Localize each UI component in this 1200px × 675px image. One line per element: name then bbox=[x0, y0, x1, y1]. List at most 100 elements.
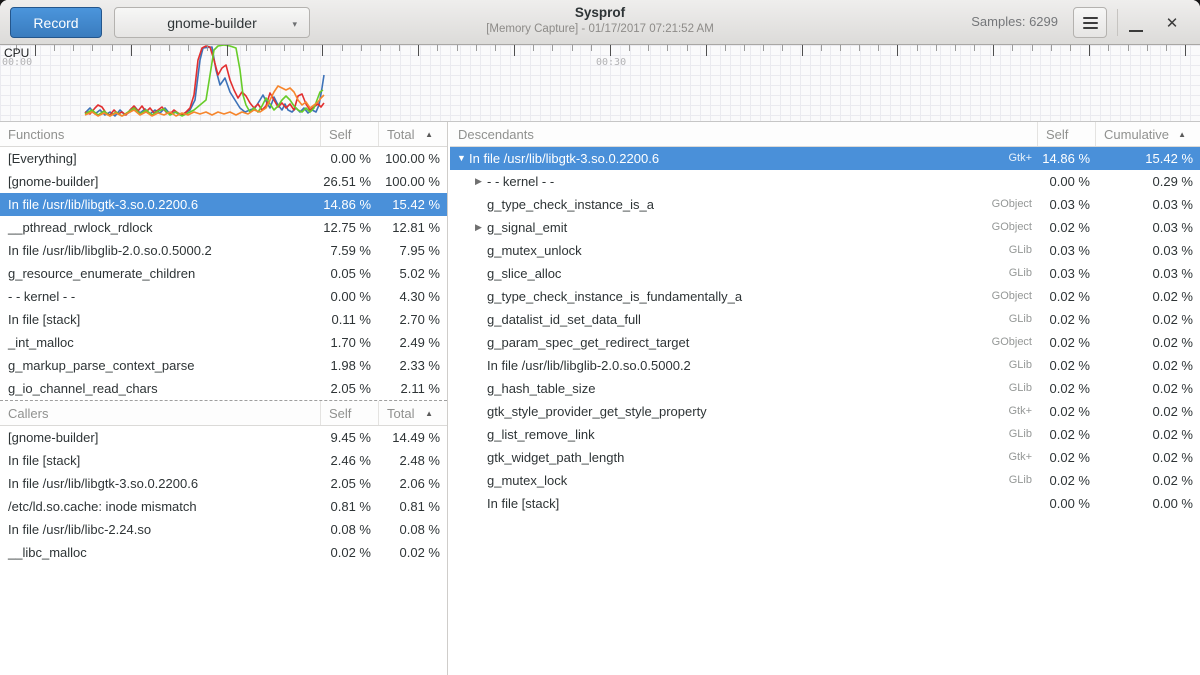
caller-row[interactable]: [gnome-builder]9.45 %14.49 % bbox=[0, 426, 447, 449]
descendant-row[interactable]: ▼In file /usr/lib/libgtk-3.so.0.2200.6Gt… bbox=[450, 147, 1200, 170]
function-row[interactable]: g_resource_enumerate_children0.05 %5.02 … bbox=[0, 262, 447, 285]
descendant-row[interactable]: g_slice_allocGLib0.03 %0.03 % bbox=[450, 262, 1200, 285]
function-name: [Everything] bbox=[0, 147, 321, 170]
cumulative-value: 0.03 % bbox=[1096, 262, 1200, 285]
total-value: 2.11 % bbox=[379, 377, 447, 400]
cumulative-column-header[interactable]: Cumulative▲ bbox=[1096, 122, 1200, 146]
function-name: In file [stack] bbox=[0, 449, 321, 472]
descendant-row[interactable]: ▶g_signal_emitGObject0.02 %0.03 % bbox=[450, 216, 1200, 239]
ruler-tick bbox=[322, 45, 323, 56]
descendant-row[interactable]: g_hash_table_sizeGLib0.02 %0.02 % bbox=[450, 377, 1200, 400]
descendant-row[interactable]: gtk_style_provider_get_style_propertyGtk… bbox=[450, 400, 1200, 423]
function-name: In file /usr/lib/libc-2.24.so bbox=[0, 518, 321, 541]
self-value: 0.02 % bbox=[1038, 377, 1096, 400]
descendant-row[interactable]: g_datalist_id_set_data_fullGLib0.02 %0.0… bbox=[450, 308, 1200, 331]
ruler-tick bbox=[342, 45, 343, 51]
total-column-header[interactable]: Total▲ bbox=[379, 122, 447, 146]
descendant-row[interactable]: g_type_check_instance_is_aGObject0.03 %0… bbox=[450, 193, 1200, 216]
descendant-name: g_list_remove_link bbox=[487, 423, 595, 446]
expander-open-icon[interactable]: ▼ bbox=[457, 147, 469, 170]
total-value: 0.81 % bbox=[379, 495, 447, 518]
callers-total-column-header[interactable]: Total▲ bbox=[379, 401, 447, 425]
self-value: 0.03 % bbox=[1038, 193, 1096, 216]
function-name: __libc_malloc bbox=[0, 541, 321, 564]
descendant-row[interactable]: g_type_check_instance_is_fundamentally_a… bbox=[450, 285, 1200, 308]
caller-row[interactable]: In file [stack]2.46 %2.48 % bbox=[0, 449, 447, 472]
descendant-row[interactable]: g_mutex_lockGLib0.02 %0.02 % bbox=[450, 469, 1200, 492]
function-name: [gnome-builder] bbox=[0, 170, 321, 193]
self-value: 0.02 % bbox=[1038, 446, 1096, 469]
function-row[interactable]: g_io_channel_read_chars2.05 %2.11 % bbox=[0, 377, 447, 400]
ruler-tick bbox=[418, 45, 419, 56]
descendant-row[interactable]: g_param_spec_get_redirect_targetGObject0… bbox=[450, 331, 1200, 354]
self-value: 12.75 % bbox=[321, 216, 379, 239]
descendants-self-column-header[interactable]: Self bbox=[1038, 122, 1096, 146]
function-row[interactable]: [Everything]0.00 %100.00 % bbox=[0, 147, 447, 170]
descendant-row[interactable]: g_list_remove_linkGLib0.02 %0.02 % bbox=[450, 423, 1200, 446]
descendant-name: g_datalist_id_set_data_full bbox=[487, 308, 641, 331]
caller-row[interactable]: In file /usr/lib/libgtk-3.so.0.2200.62.0… bbox=[0, 472, 447, 495]
ruler-tick bbox=[725, 45, 726, 51]
descendant-row[interactable]: g_mutex_unlockGLib0.03 %0.03 % bbox=[450, 239, 1200, 262]
self-value: 0.00 % bbox=[1038, 492, 1096, 515]
caller-row[interactable]: /etc/ld.so.cache: inode mismatch0.81 %0.… bbox=[0, 495, 447, 518]
callers-self-column-header[interactable]: Self bbox=[321, 401, 379, 425]
cpu-graph[interactable]: CPU 00:00 00:30 bbox=[0, 45, 1200, 122]
ruler-tick bbox=[936, 45, 937, 51]
function-name: In file /usr/lib/libgtk-3.so.0.2200.6 bbox=[0, 193, 321, 216]
self-column-header[interactable]: Self bbox=[321, 122, 379, 146]
ruler-tick bbox=[361, 45, 362, 51]
self-value: 0.03 % bbox=[1038, 262, 1096, 285]
descendant-name-cell: g_mutex_lockGLib bbox=[450, 469, 1038, 492]
function-row[interactable]: _int_malloc1.70 %2.49 % bbox=[0, 331, 447, 354]
ruler-tick bbox=[840, 45, 841, 51]
function-row[interactable]: g_markup_parse_context_parse1.98 %2.33 % bbox=[0, 354, 447, 377]
function-row[interactable]: [gnome-builder]26.51 %100.00 % bbox=[0, 170, 447, 193]
record-button[interactable]: Record bbox=[10, 7, 102, 38]
process-selector-dropdown[interactable]: gnome-builder ▾ bbox=[114, 7, 310, 38]
function-row[interactable]: In file /usr/lib/libglib-2.0.so.0.5000.2… bbox=[0, 239, 447, 262]
function-row[interactable]: __pthread_rwlock_rdlock12.75 %12.81 % bbox=[0, 216, 447, 239]
total-value: 4.30 % bbox=[379, 285, 447, 308]
descendant-name: gtk_widget_path_length bbox=[487, 446, 624, 469]
ruler-tick bbox=[687, 45, 688, 51]
self-value: 14.86 % bbox=[321, 193, 379, 216]
cumulative-value: 15.42 % bbox=[1096, 147, 1200, 170]
callers-column-header[interactable]: Callers bbox=[0, 401, 321, 425]
minimize-button[interactable] bbox=[1120, 7, 1152, 38]
descendants-column-header[interactable]: Descendants bbox=[450, 122, 1038, 146]
minimize-icon bbox=[1129, 30, 1143, 33]
descendant-name: gtk_style_provider_get_style_property bbox=[487, 400, 707, 423]
sysprof-window: Record gnome-builder ▾ Sysprof [Memory C… bbox=[0, 0, 1200, 675]
descendants-header: Descendants Self Cumulative▲ bbox=[450, 122, 1200, 147]
sort-ascending-icon: ▲ bbox=[1178, 130, 1186, 139]
library-category-label: Gtk+ bbox=[1008, 147, 1038, 170]
expander-closed-icon[interactable]: ▶ bbox=[475, 216, 487, 239]
function-row[interactable]: In file [stack]0.11 %2.70 % bbox=[0, 308, 447, 331]
descendant-row[interactable]: gtk_widget_path_lengthGtk+0.02 %0.02 % bbox=[450, 446, 1200, 469]
record-button-label: Record bbox=[33, 15, 78, 31]
function-row[interactable]: - - kernel - -0.00 %4.30 % bbox=[0, 285, 447, 308]
expander-closed-icon[interactable]: ▶ bbox=[475, 170, 487, 193]
descendant-row[interactable]: In file [stack]0.00 %0.00 % bbox=[450, 492, 1200, 515]
self-value: 0.02 % bbox=[1038, 400, 1096, 423]
self-value: 2.05 % bbox=[321, 472, 379, 495]
descendant-row[interactable]: ▶- - kernel - -0.00 %0.29 % bbox=[450, 170, 1200, 193]
ruler-tick bbox=[1089, 45, 1090, 56]
functions-column-header[interactable]: Functions bbox=[0, 122, 321, 146]
function-row[interactable]: In file /usr/lib/libgtk-3.so.0.2200.614.… bbox=[0, 193, 447, 216]
descendant-name-cell: g_mutex_unlockGLib bbox=[450, 239, 1038, 262]
headerbar: Record gnome-builder ▾ Sysprof [Memory C… bbox=[0, 0, 1200, 45]
self-value: 1.98 % bbox=[321, 354, 379, 377]
descendant-row[interactable]: In file /usr/lib/libglib-2.0.so.0.5000.2… bbox=[450, 354, 1200, 377]
caller-row[interactable]: In file /usr/lib/libc-2.24.so0.08 %0.08 … bbox=[0, 518, 447, 541]
ruler-tick bbox=[265, 45, 266, 51]
timeline-ruler bbox=[0, 45, 1200, 57]
descendant-name: g_slice_alloc bbox=[487, 262, 561, 285]
ruler-tick bbox=[380, 45, 381, 51]
ruler-tick bbox=[821, 45, 822, 51]
menu-button[interactable] bbox=[1073, 7, 1107, 38]
close-button[interactable]: ✕ bbox=[1156, 7, 1188, 38]
self-value: 0.00 % bbox=[321, 285, 379, 308]
caller-row[interactable]: __libc_malloc0.02 %0.02 % bbox=[0, 541, 447, 564]
